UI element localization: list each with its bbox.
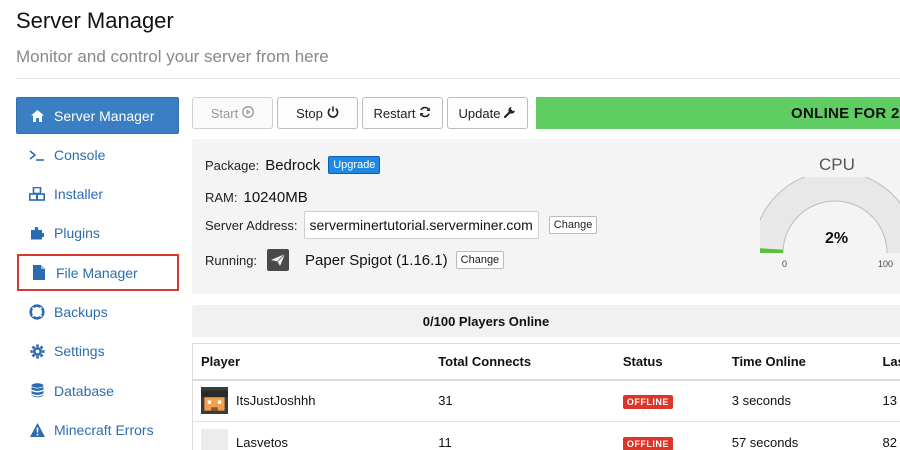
sidebar-item-minecraft-errors[interactable]: Minecraft Errors: [16, 411, 179, 448]
change-software-button[interactable]: Change: [455, 251, 505, 269]
home-icon: [29, 108, 45, 124]
lifebuoy-icon: [29, 304, 45, 320]
sidebar-item-label: Minecraft Errors: [54, 421, 154, 438]
player-name: ItsJustJoshhh: [236, 393, 316, 409]
package-row: Package: Bedrock Upgrade: [205, 156, 381, 174]
cpu-title: CPU: [819, 155, 855, 174]
cpu-gauge-min: 0: [782, 259, 788, 269]
sidebar-item-settings[interactable]: Settings: [16, 333, 179, 370]
sidebar-item-label: File Manager: [56, 264, 138, 281]
player-last: 82: [874, 421, 900, 450]
player-avatar: [201, 429, 228, 450]
update-label: Update: [458, 105, 501, 121]
running-row: Running: Paper Spigot (1.16.1) Change: [205, 249, 505, 271]
sidebar-item-database[interactable]: Database: [16, 372, 179, 409]
sidebar-item-label: Installer: [54, 186, 104, 203]
stop-button[interactable]: Stop: [277, 97, 358, 129]
sidebar-item-file-manager[interactable]: File Manager: [17, 254, 179, 292]
package-value: Bedrock: [265, 156, 321, 174]
address-label: Server Address:: [205, 217, 298, 233]
column-header-total-connects[interactable]: Total Connects: [430, 343, 615, 381]
update-button[interactable]: Update: [447, 97, 528, 129]
sidebar-item-plugins[interactable]: Plugins: [16, 215, 179, 252]
power-icon: [327, 106, 339, 121]
sidebar-item-server-manager[interactable]: Server Manager: [16, 97, 179, 134]
sidebar-item-console[interactable]: Console: [16, 136, 179, 173]
player-connects: 11: [430, 421, 615, 450]
header-divider: [16, 78, 900, 79]
sidebar-item-installer[interactable]: Installer: [16, 176, 179, 213]
players-online-bar: 0/100 Players Online: [192, 305, 900, 337]
sidebar-item-label: Settings: [54, 343, 105, 360]
start-button[interactable]: Start: [192, 97, 273, 129]
sidebar: Server Manager Console Installer Plugins…: [16, 97, 179, 450]
page-subtitle: Monitor and control your server from her…: [16, 47, 329, 66]
puzzle-icon: [29, 225, 45, 241]
sidebar-item-label: Backups: [54, 303, 108, 320]
player-avatar: [201, 387, 228, 415]
players-table: Player Total Connects Status Time Online…: [192, 343, 900, 450]
table-row[interactable]: Lasvetos 11 OFFLINE 57 seconds 82: [192, 421, 900, 450]
database-icon: [29, 383, 45, 399]
table-row[interactable]: ItsJustJoshhh 31 OFFLINE 3 seconds 13: [192, 379, 900, 422]
running-value: Paper Spigot (1.16.1): [305, 251, 448, 269]
ram-row: RAM: 10240MB: [205, 189, 308, 206]
wrench-icon: [504, 106, 516, 121]
change-address-button[interactable]: Change: [548, 216, 598, 234]
package-label: Package:: [205, 157, 260, 173]
address-row: Server Address: serverminertutorial.serv…: [205, 211, 598, 239]
stop-label: Stop: [296, 105, 323, 121]
sidebar-item-label: Database: [54, 382, 114, 399]
server-controls: Start Stop Restart Update: [192, 97, 528, 129]
refresh-icon: [419, 106, 431, 121]
gear-icon: [29, 343, 45, 359]
restart-label: Restart: [373, 105, 416, 121]
page-header: Server Manager Monitor and control your …: [16, 8, 329, 67]
cpu-value: 2%: [825, 230, 849, 247]
column-header-last[interactable]: Las: [874, 343, 900, 381]
server-status-banner: ONLINE FOR 2: [536, 97, 900, 129]
cpu-gauge-max: 100: [878, 259, 894, 269]
file-icon: [31, 265, 47, 281]
sidebar-item-label: Plugins: [54, 225, 100, 242]
player-time-online: 3 seconds: [723, 379, 875, 422]
player-name: Lasvetos: [236, 435, 289, 450]
sidebar-item-label: Server Manager: [54, 107, 155, 124]
column-header-status[interactable]: Status: [614, 343, 724, 381]
start-label: Start: [210, 105, 239, 121]
sidebar-item-label: Console: [54, 146, 106, 163]
column-header-player[interactable]: Player: [192, 343, 431, 381]
player-time-online: 57 seconds: [723, 421, 875, 450]
warning-icon: [29, 422, 45, 438]
column-header-time-online[interactable]: Time Online: [723, 343, 875, 381]
upgrade-button[interactable]: Upgrade: [328, 156, 381, 174]
play-circle-icon: [242, 105, 255, 121]
running-label: Running:: [205, 252, 258, 268]
ram-label: RAM:: [205, 190, 238, 205]
table-header-row: Player Total Connects Status Time Online…: [192, 343, 900, 381]
sidebar-item-backups[interactable]: Backups: [16, 293, 179, 330]
restart-button[interactable]: Restart: [362, 97, 443, 129]
terminal-icon: [29, 147, 45, 163]
paper-spigot-icon: [267, 249, 290, 271]
status-badge: OFFLINE: [622, 437, 673, 450]
player-last: 13: [874, 379, 900, 422]
status-badge: OFFLINE: [622, 395, 673, 410]
server-info-panel: Package: Bedrock Upgrade RAM: 10240MB Se…: [192, 139, 900, 294]
player-connects: 31: [430, 379, 615, 422]
ram-value: 10240MB: [243, 189, 308, 206]
server-address-field[interactable]: serverminertutorial.serverminer.com: [303, 211, 539, 239]
page-title: Server Manager: [16, 8, 174, 33]
cubes-icon: [29, 186, 45, 202]
